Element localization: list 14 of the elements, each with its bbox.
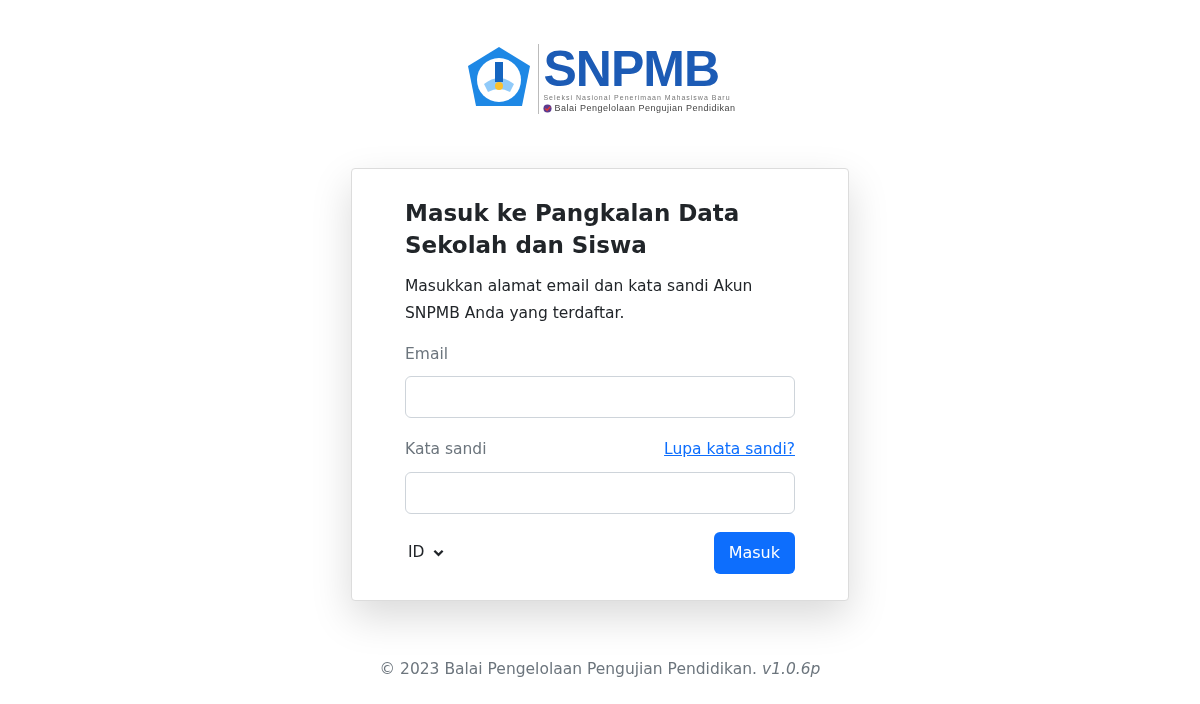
submit-button[interactable]: Masuk (713, 531, 795, 574)
chevron-down-icon (432, 548, 444, 557)
forgot-password-link[interactable]: Lupa kata sandi? (664, 438, 795, 462)
logo-wordmark: SNPMB (543, 44, 719, 93)
email-field[interactable] (405, 376, 795, 419)
card-description: Masukkan alamat email dan kata sandi Akun SNPMB Anda yang terdaftar. (405, 276, 754, 324)
check-badge-icon (543, 103, 553, 113)
field-label: Kata sandi (405, 439, 487, 461)
footer-text: © 2023 Balai Pengelolaan Pengujian Pendidikan. v1.0.6p (379, 658, 821, 680)
logo-org: Balai Pengelolaan Pengujian Pendidikan (554, 102, 736, 114)
field-label: Email (405, 344, 448, 365)
language-select[interactable]: ID (405, 540, 447, 565)
password-field[interactable] (405, 471, 795, 514)
card-title: Masuk ke Pangkalan Data Sekolah dan Siswa (405, 199, 741, 260)
